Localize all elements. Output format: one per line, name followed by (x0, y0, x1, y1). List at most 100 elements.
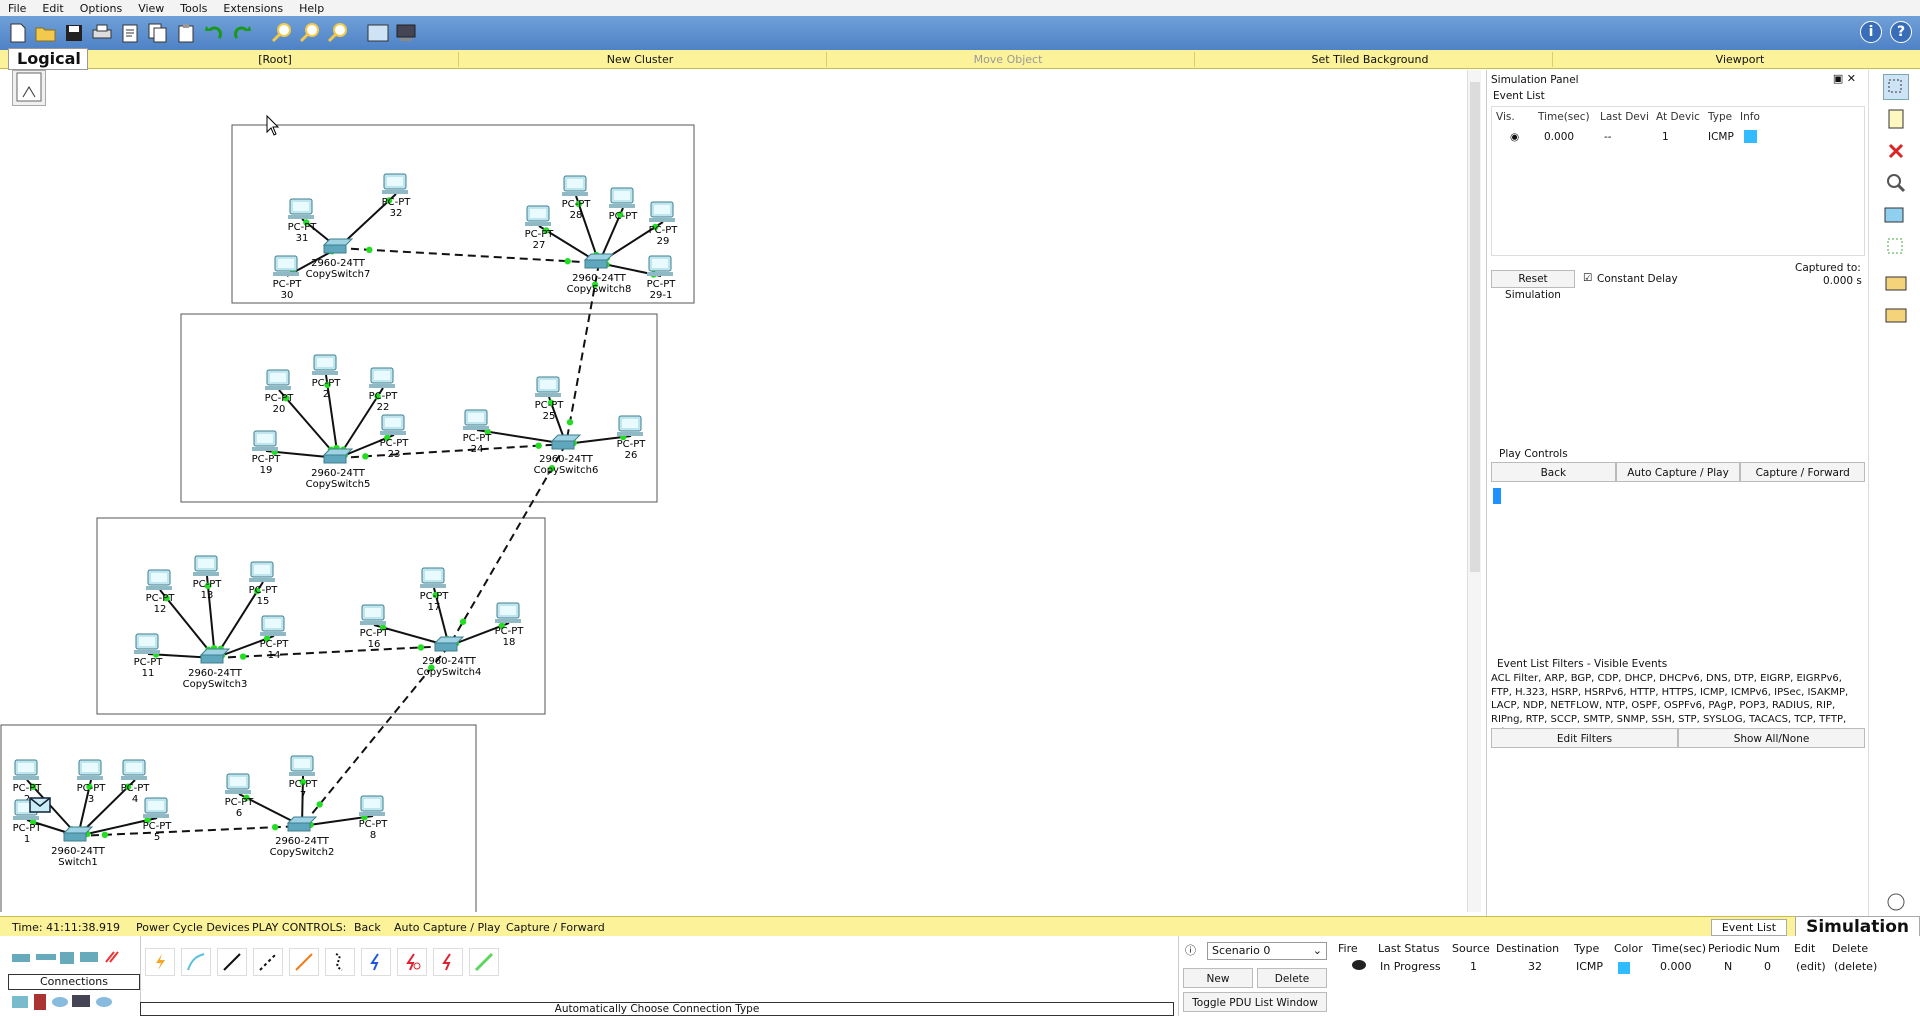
menu-help[interactable]: Help (297, 2, 326, 15)
add-simple-pdu-icon[interactable] (1883, 270, 1909, 296)
inspect-tool-icon[interactable] (1883, 170, 1909, 196)
draw-shape-tool-icon[interactable] (1883, 202, 1909, 228)
pc-device[interactable]: PC-PT31 (288, 198, 318, 244)
pc-device[interactable]: PC-PT3 (77, 759, 107, 805)
reset-simulation-button[interactable]: Reset Simulation (1491, 270, 1575, 301)
pc-device[interactable]: PC-PT29-1 (647, 255, 677, 301)
power-cycle-button[interactable]: Power Cycle Devices (136, 921, 250, 934)
undo-icon[interactable] (202, 21, 226, 45)
pc-device[interactable]: PC-PT25 (535, 376, 565, 422)
constant-delay-checkbox[interactable]: ☑ (1583, 272, 1592, 284)
topology-canvas[interactable]: PC-PT31 PC-PT32 PC-PT30 PC-PT28PC-PT27 PC-PT… (0, 70, 1466, 912)
pc-device[interactable]: PC-PT15 (249, 561, 279, 607)
status-auto-capture-button[interactable]: Auto Capture / Play (394, 921, 500, 934)
serial-dce-cable-icon[interactable] (397, 948, 427, 976)
pc-device[interactable]: PC-PT18 (495, 602, 525, 648)
pc-device[interactable]: PC-PT29 (649, 201, 679, 247)
network-link[interactable] (337, 247, 600, 264)
close-icon[interactable]: ✕ (1847, 72, 1856, 85)
zoom-in-icon[interactable] (270, 21, 294, 45)
viewport-button[interactable]: Viewport (1660, 53, 1820, 66)
logical-workspace[interactable]: PC-PT 31 PC-PT 32 PC-PT 30 PC-PT 28 PC-PT 27 PC-PT… (0, 70, 1481, 916)
crossover-cable-icon[interactable] (253, 948, 283, 976)
serial-dte-cable-icon[interactable] (433, 948, 463, 976)
menu-tools[interactable]: Tools (178, 2, 209, 15)
workspace-scrollbar[interactable] (1467, 70, 1481, 912)
capture-forward-button[interactable]: Capture / Forward (1740, 462, 1866, 482)
auto-capture-play-button[interactable]: Auto Capture / Play (1615, 462, 1741, 482)
pc-device[interactable]: PC-PT8 (359, 795, 389, 841)
activity-wizard-icon[interactable] (118, 21, 142, 45)
help-icon[interactable]: ? (1890, 21, 1912, 43)
pc-device[interactable]: PC-PT30 (273, 255, 303, 301)
cluster-box[interactable] (96, 517, 546, 715)
pc-device[interactable]: PC-PT12 (146, 569, 176, 615)
simulation-mode-tab[interactable]: Simulation (1795, 916, 1920, 938)
pc-device[interactable]: PC-PT17 (420, 567, 450, 613)
custom-device-icon[interactable] (394, 21, 418, 45)
event-info-color[interactable] (1744, 130, 1757, 143)
pdu-delete-link[interactable]: (delete) (1834, 960, 1877, 973)
straight-through-cable-icon[interactable] (217, 948, 247, 976)
sub-device-icons[interactable] (10, 992, 146, 1014)
menu-view[interactable]: View (136, 2, 166, 15)
pc-device[interactable]: PC-PT7 (289, 755, 319, 801)
play-speed-slider[interactable] (1491, 488, 1865, 504)
pc-device[interactable]: PC-PT13 (193, 555, 223, 601)
new-cluster-button[interactable]: New Cluster (560, 53, 720, 66)
open-folder-icon[interactable] (34, 21, 58, 45)
coaxial-cable-icon[interactable] (361, 948, 391, 976)
pc-device[interactable]: PC-PT19 (252, 430, 282, 476)
pc-device[interactable]: PC-PT2 (312, 354, 342, 400)
pc-device[interactable]: PC-PT32 (382, 173, 412, 219)
network-link[interactable] (337, 443, 567, 459)
pc-device[interactable]: PC-PT16 (360, 604, 390, 650)
new-file-icon[interactable] (6, 21, 30, 45)
pc-device[interactable]: PC-PT27 (525, 205, 555, 251)
pc-device[interactable]: PC-PT20 (265, 369, 295, 415)
menu-extensions[interactable]: Extensions (221, 2, 285, 15)
network-link[interactable] (214, 645, 450, 659)
menu-file[interactable]: File (6, 2, 28, 15)
copy-icon[interactable] (146, 21, 170, 45)
undock-icon[interactable]: ▣ (1833, 72, 1843, 85)
save-icon[interactable] (62, 21, 86, 45)
eye-icon[interactable]: ◉ (1510, 131, 1519, 143)
resize-tool-icon[interactable] (1883, 234, 1909, 260)
event-list-tab[interactable]: Event List (1710, 918, 1788, 936)
move-object-button[interactable]: Move Object (928, 53, 1088, 66)
delete-scenario-button[interactable]: Delete (1257, 968, 1327, 988)
switch-device[interactable]: 2960-24TTCopySwitch4 (417, 636, 482, 678)
status-capture-forward-button[interactable]: Capture / Forward (506, 921, 605, 934)
menu-options[interactable]: Options (78, 2, 124, 15)
pc-device[interactable]: PC-PT5 (143, 797, 173, 843)
simulation-stopwatch-icon[interactable] (1883, 888, 1909, 914)
pc-device[interactable]: PC-PT11 (134, 633, 164, 679)
palette-icon[interactable] (366, 21, 390, 45)
console-cable-icon[interactable] (181, 948, 211, 976)
logical-tab[interactable]: Logical (8, 48, 88, 70)
auto-connection-icon[interactable] (145, 948, 175, 976)
paste-icon[interactable] (174, 21, 198, 45)
pdu-edit-link[interactable]: (edit) (1796, 960, 1826, 973)
pc-device[interactable]: PC-PT22 (369, 367, 399, 413)
zoom-reset-icon[interactable] (298, 21, 322, 45)
scenario-select[interactable]: Scenario 0 ⌄ (1207, 942, 1327, 960)
pc-device[interactable]: PC-PT26 (617, 415, 647, 461)
octal-cable-icon[interactable] (469, 948, 499, 976)
zoom-out-icon[interactable] (326, 21, 350, 45)
show-all-none-button[interactable]: Show All/None (1678, 728, 1865, 748)
switch-device[interactable]: 2960-24TTCopySwitch7 (306, 238, 371, 280)
pc-device[interactable]: PC-PT6 (225, 773, 255, 819)
pdu-envelope-icon[interactable] (29, 797, 51, 813)
pc-device[interactable]: PC-PT28 (562, 175, 592, 221)
info-icon[interactable]: i (1860, 21, 1882, 43)
switch-device[interactable]: 2960-24TTCopySwitch8 (567, 253, 632, 295)
switch-device[interactable]: 2960-24TTSwitch1 (51, 826, 106, 868)
toggle-pdu-list-button[interactable]: Toggle PDU List Window (1183, 992, 1327, 1012)
root-button[interactable]: [Root] (200, 53, 350, 66)
scenario-info-icon[interactable]: ⓘ (1185, 942, 1196, 958)
edit-filters-button[interactable]: Edit Filters (1491, 728, 1678, 748)
menu-edit[interactable]: Edit (40, 2, 65, 15)
set-tiled-background-button[interactable]: Set Tiled Background (1290, 53, 1450, 66)
